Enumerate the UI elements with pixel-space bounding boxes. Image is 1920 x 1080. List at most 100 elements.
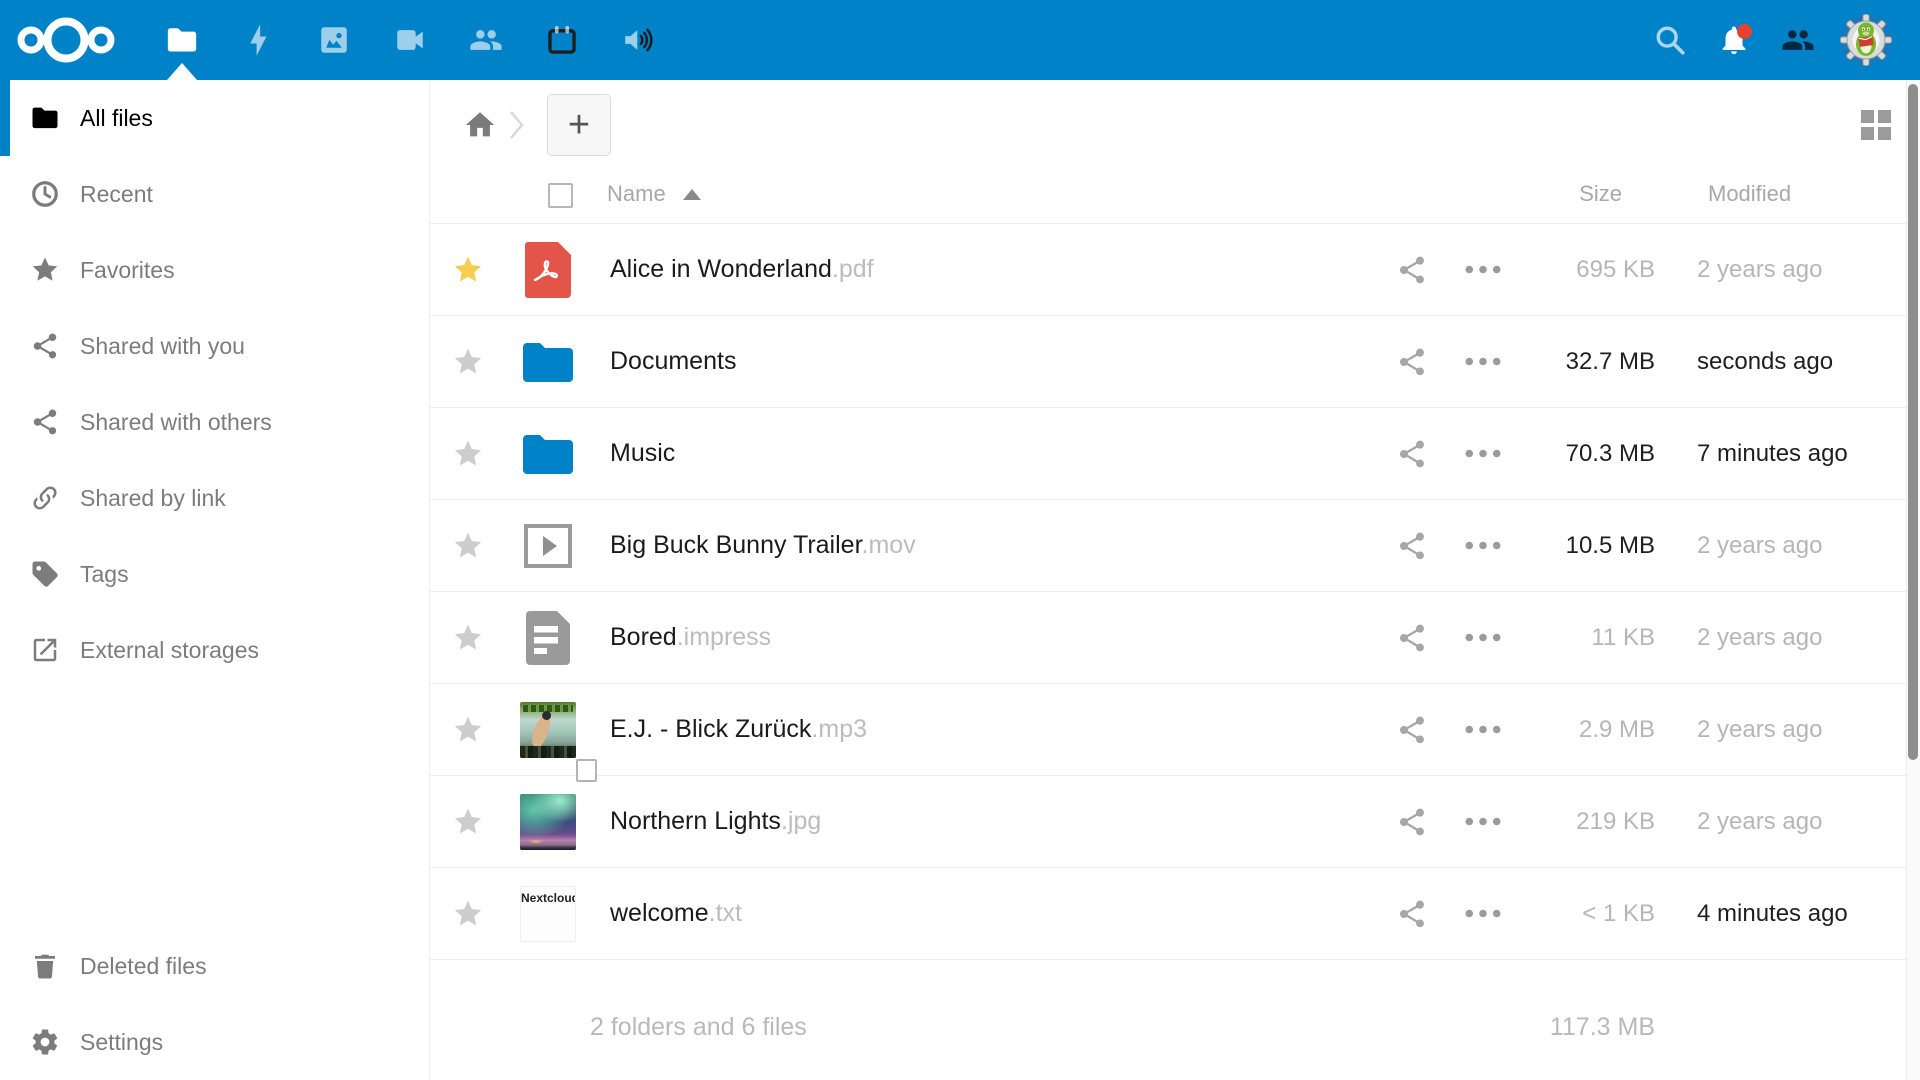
sidebar-item-label: Favorites (80, 257, 175, 284)
file-name[interactable]: Bored.impress (610, 623, 771, 652)
file-list: Alice in Wonderland.pdf695 KB2 years ago… (430, 224, 1920, 960)
file-name[interactable]: Documents (610, 347, 736, 376)
file-thumbnail-cell[interactable] (520, 702, 576, 758)
file-row[interactable]: Big Buck Bunny Trailer.mov10.5 MB2 years… (430, 500, 1920, 592)
share-button[interactable] (1382, 898, 1442, 930)
favorite-star-icon[interactable] (430, 714, 506, 746)
sidebar-item-external-storages[interactable]: External storages (0, 612, 429, 688)
file-name[interactable]: Northern Lights.jpg (610, 807, 821, 836)
more-actions-button[interactable] (1453, 724, 1513, 735)
file-name[interactable]: welcome.txt (610, 899, 742, 928)
share-button[interactable] (1382, 622, 1442, 654)
file-name[interactable]: Big Buck Bunny Trailer.mov (610, 531, 916, 560)
sidebar-item-tags[interactable]: Tags (0, 536, 429, 612)
favorite-star-icon[interactable] (430, 438, 506, 470)
file-thumbnail-cell[interactable] (520, 518, 576, 574)
file-modified: 2 years ago (1697, 624, 1822, 652)
favorite-star-icon[interactable] (430, 898, 506, 930)
file-row[interactable]: Alice in Wonderland.pdf695 KB2 years ago (430, 224, 1920, 316)
app-button-calendar[interactable] (524, 0, 600, 80)
file-list-summary: 2 folders and 6 files 117.3 MB (430, 960, 1920, 1080)
share-button[interactable] (1382, 346, 1442, 378)
sidebar-item-shared-by-link[interactable]: Shared by link (0, 460, 429, 536)
nextcloud-logo[interactable] (14, 12, 118, 68)
notification-dot (1737, 24, 1752, 39)
sidebar-item-deleted-files[interactable]: Deleted files (0, 928, 429, 1004)
user-avatar[interactable] (1840, 14, 1892, 66)
select-all-checkbox[interactable] (548, 183, 573, 208)
file-modified: 4 minutes ago (1697, 900, 1848, 928)
file-modified: 2 years ago (1697, 532, 1822, 560)
share-button[interactable] (1382, 254, 1442, 286)
new-file-button[interactable]: + (547, 94, 611, 156)
column-header-name[interactable]: Name (607, 181, 701, 207)
scrollbar-thumb[interactable] (1908, 84, 1918, 760)
favorite-star-icon[interactable] (430, 254, 506, 286)
file-row[interactable]: E.J. - Blick Zurück.mp32.9 MB2 years ago (430, 684, 1920, 776)
grid-view-toggle[interactable] (1859, 108, 1893, 142)
file-name[interactable]: Music (610, 439, 675, 468)
column-header-size[interactable]: Size (1579, 181, 1622, 207)
video-camera-icon (393, 23, 427, 57)
file-thumbnail-cell[interactable]: Nextcloud (520, 886, 576, 942)
scrollbar-track[interactable] (1906, 80, 1920, 1080)
stray-checkbox[interactable] (576, 759, 597, 782)
more-actions-button[interactable] (1453, 908, 1513, 919)
sidebar-item-label: Tags (80, 561, 129, 588)
breadcrumb-home-button[interactable] (463, 108, 497, 142)
file-thumbnail-cell[interactable] (520, 794, 576, 850)
file-row[interactable]: Nextcloudwelcome.txt< 1 KB4 minutes ago (430, 868, 1920, 960)
favorite-star-icon[interactable] (430, 806, 506, 838)
share-button[interactable] (1382, 806, 1442, 838)
more-actions-button[interactable] (1453, 816, 1513, 827)
share-button[interactable] (1382, 530, 1442, 562)
share-icon (30, 331, 60, 361)
app-button-contacts[interactable] (448, 0, 524, 80)
file-thumbnail-cell[interactable] (520, 610, 576, 666)
sidebar-item-settings[interactable]: Settings (0, 1004, 429, 1080)
sidebar-item-all-files[interactable]: All files (0, 80, 429, 156)
file-name[interactable]: E.J. - Blick Zurück.mp3 (610, 715, 867, 744)
file-thumbnail-cell[interactable] (520, 242, 576, 298)
app-button-music[interactable] (600, 0, 676, 80)
favorite-star-icon[interactable] (430, 622, 506, 654)
more-actions-button[interactable] (1453, 632, 1513, 643)
file-row[interactable]: Bored.impress11 KB2 years ago (430, 592, 1920, 684)
contacts-menu-button[interactable] (1766, 0, 1830, 80)
sidebar-item-shared-with-you[interactable]: Shared with you (0, 308, 429, 384)
more-actions-button[interactable] (1453, 448, 1513, 459)
app-button-talk[interactable] (372, 0, 448, 80)
file-row[interactable]: Documents32.7 MBseconds ago (430, 316, 1920, 408)
more-actions-button[interactable] (1453, 356, 1513, 367)
sidebar-item-label: Shared by link (80, 485, 226, 512)
sidebar-item-shared-with-others[interactable]: Shared with others (0, 384, 429, 460)
file-thumbnail-cell[interactable] (520, 334, 576, 390)
file-extension: .mp3 (811, 715, 867, 743)
app-button-files[interactable] (144, 0, 220, 80)
file-name[interactable]: Alice in Wonderland.pdf (610, 255, 874, 284)
sidebar-item-favorites[interactable]: Favorites (0, 232, 429, 308)
column-header-modified[interactable]: Modified (1708, 181, 1791, 207)
sidebar-item-label: All files (80, 105, 153, 132)
app-button-photos[interactable] (296, 0, 372, 80)
share-button[interactable] (1382, 714, 1442, 746)
file-thumbnail-cell[interactable] (520, 426, 576, 482)
file-modified: seconds ago (1697, 348, 1833, 376)
file-extension: .pdf (832, 255, 874, 283)
app-button-activity[interactable] (220, 0, 296, 80)
favorite-star-icon[interactable] (430, 530, 506, 562)
file-extension: .txt (709, 899, 742, 927)
thumbnail-text: Nextcloud (521, 891, 576, 905)
sidebar-item-label: Deleted files (80, 953, 207, 980)
search-button[interactable] (1638, 0, 1702, 80)
more-actions-button[interactable] (1453, 264, 1513, 275)
sidebar-item-recent[interactable]: Recent (0, 156, 429, 232)
share-button[interactable] (1382, 438, 1442, 470)
notifications-button[interactable] (1702, 0, 1766, 80)
file-basename: welcome (610, 899, 709, 927)
favorite-star-icon[interactable] (430, 346, 506, 378)
sidebar-nav: All filesRecentFavoritesShared with youS… (0, 80, 429, 688)
more-actions-button[interactable] (1453, 540, 1513, 551)
file-row[interactable]: Northern Lights.jpg219 KB2 years ago (430, 776, 1920, 868)
file-row[interactable]: Music70.3 MB7 minutes ago (430, 408, 1920, 500)
